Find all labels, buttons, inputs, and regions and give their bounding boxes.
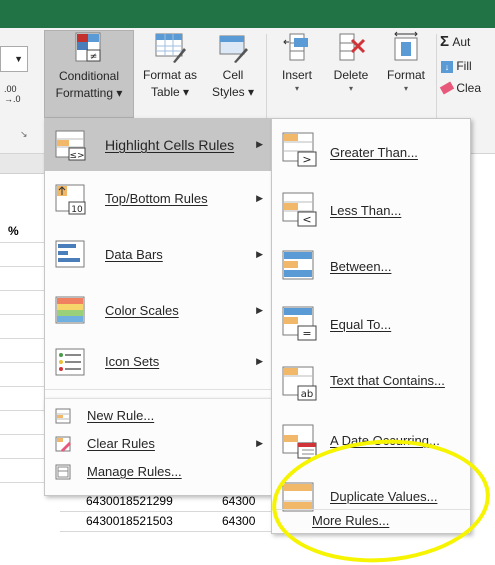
submenu-item-label: Equal To... [330, 317, 392, 332]
color-scales-icon [55, 296, 85, 324]
format-as-table-icon [155, 33, 186, 63]
format-as-table-button[interactable]: Format as Table ▾ [136, 30, 204, 118]
equal-to-icon: = [282, 306, 317, 341]
conditional-formatting-label-2: Formatting ▾ [55, 86, 123, 100]
autosum-label: Aut [452, 35, 471, 49]
submenu-item-label: Text that Contains... [330, 373, 445, 388]
menu-item-color-scales[interactable]: Color Scales ▶ [45, 283, 271, 339]
delete-button[interactable]: Delete ▾ [324, 30, 378, 118]
clear-rules-icon [55, 436, 71, 452]
new-rule-icon [55, 408, 71, 424]
menu-item-label: Clear Rules [87, 436, 155, 451]
submenu-item-text-that-contains[interactable]: ab Text that Contains... [272, 355, 470, 411]
menu-item-manage-rules[interactable]: Manage Rules... [45, 458, 271, 486]
insert-cells-icon [283, 33, 308, 61]
menu-item-label: New Rule... [87, 408, 155, 423]
number-format-dropdown[interactable]: ▼ [0, 46, 28, 72]
delete-cells-icon [339, 33, 366, 61]
cell-styles-button[interactable]: Cell Styles ▾ [204, 30, 262, 118]
chevron-down-icon: ▼ [14, 54, 23, 64]
insert-button[interactable]: Insert ▾ [270, 30, 324, 118]
menu-item-clear-rules[interactable]: Clear Rules ▶ [45, 430, 271, 458]
insert-label: Insert [281, 68, 312, 82]
manage-rules-icon [55, 464, 71, 480]
top-ten-text: 10 [71, 205, 83, 215]
conditional-formatting-menu-lower: New Rule... Clear Rules ▶ Manage Rules..… [44, 398, 272, 496]
svg-text:<: < [302, 213, 311, 226]
decrease-decimal-button[interactable]: .00 →.0 [4, 84, 21, 104]
conditional-formatting-menu: ≤> Highlight Cells Rules ▶ 10 Top/Bottom… [44, 118, 272, 412]
svg-text:≤>: ≤> [69, 151, 84, 161]
cell-b[interactable]: 64300 [222, 512, 255, 531]
menu-item-label: Color Scales [105, 303, 179, 318]
sigma-icon: Σ [440, 33, 450, 50]
top-bottom-rules-icon: 10 [55, 184, 86, 215]
menu-item-new-rule[interactable]: New Rule... [45, 402, 271, 430]
cell-styles-label-1: Cell [222, 68, 244, 82]
submenu-arrow-icon: ▶ [256, 438, 263, 448]
submenu-item-less-than[interactable]: < Less Than... [272, 179, 470, 239]
conditional-formatting-button[interactable]: ≠ Conditional Formatting ▾ [44, 30, 134, 118]
menu-item-label: Data Bars [105, 247, 163, 262]
styles-launcher-icon[interactable]: ↘ [20, 129, 28, 140]
icon-sets-icon [55, 348, 85, 376]
menu-separator [45, 398, 271, 399]
column-header-fragment: % [8, 224, 19, 238]
menu-item-top-bottom-rules[interactable]: 10 Top/Bottom Rules ▶ [45, 171, 271, 227]
greater-than-icon: > [282, 132, 317, 167]
less-than-icon: < [282, 192, 317, 227]
menu-item-icon-sets[interactable]: Icon Sets ▶ [45, 339, 271, 385]
between-icon [282, 250, 314, 280]
submenu-item-label: Greater Than... [330, 145, 418, 160]
format-label: Format [386, 68, 425, 82]
submenu-arrow-icon: ▶ [256, 305, 263, 315]
data-bars-icon [55, 240, 85, 268]
chevron-down-icon: ▾ [294, 84, 299, 93]
date-occurring-icon [282, 424, 317, 459]
menu-item-data-bars[interactable]: Data Bars ▶ [45, 227, 271, 283]
submenu-item-greater-than[interactable]: > Greater Than... [272, 119, 470, 179]
format-as-table-label-2: Table ▾ [150, 85, 190, 99]
menu-item-highlight-cells-rules[interactable]: ≤> Highlight Cells Rules ▶ [45, 119, 271, 171]
table-row: 6430018521503 64300 [60, 512, 272, 532]
svg-text:>: > [302, 153, 311, 166]
svg-text:≠: ≠ [90, 52, 98, 62]
submenu-item-between[interactable]: Between... [272, 239, 470, 295]
cell-styles-icon [219, 35, 248, 63]
chevron-down-icon: ▾ [348, 84, 353, 93]
title-bar [0, 0, 495, 28]
format-as-table-label-1: Format as [142, 68, 197, 82]
submenu-item-label: Less Than... [330, 203, 402, 218]
eraser-icon [439, 81, 455, 95]
submenu-arrow-icon: ▶ [256, 249, 263, 259]
clear-button[interactable]: Clea [439, 80, 482, 96]
format-button[interactable]: Format ▾ [378, 30, 434, 118]
fill-button[interactable]: ↓ Fill [441, 58, 472, 74]
delete-label: Delete [333, 68, 369, 82]
svg-text:ab: ab [301, 389, 313, 400]
cell-styles-label-2: Styles ▾ [211, 85, 255, 99]
fill-label: Fill [456, 59, 472, 73]
submenu-arrow-icon: ▶ [256, 193, 263, 203]
menu-item-label: Icon Sets [105, 354, 160, 369]
submenu-arrow-icon: ▶ [256, 356, 263, 366]
chevron-down-icon: ▾ [403, 84, 408, 93]
menu-item-label: Top/Bottom Rules [105, 191, 208, 206]
submenu-arrow-icon: ▶ [256, 139, 263, 149]
menu-item-label: Highlight Cells Rules [105, 137, 235, 153]
autosum-button[interactable]: Σ Aut [440, 34, 470, 50]
text-contains-icon: ab [282, 366, 317, 401]
highlight-cells-rules-icon: ≤> [55, 130, 86, 161]
fill-down-icon: ↓ [441, 61, 453, 73]
format-cells-icon [394, 31, 418, 61]
menu-item-label: Manage Rules... [87, 464, 182, 479]
conditional-formatting-label-1: Conditional [58, 69, 120, 83]
conditional-formatting-icon: ≠ [75, 32, 101, 62]
cell-a[interactable]: 6430018521503 [86, 512, 173, 531]
submenu-item-label: Between... [330, 259, 392, 274]
clear-label: Clea [456, 81, 482, 95]
menu-separator [45, 389, 271, 390]
svg-text:=: = [302, 327, 311, 340]
submenu-item-equal-to[interactable]: = Equal To... [272, 295, 470, 355]
